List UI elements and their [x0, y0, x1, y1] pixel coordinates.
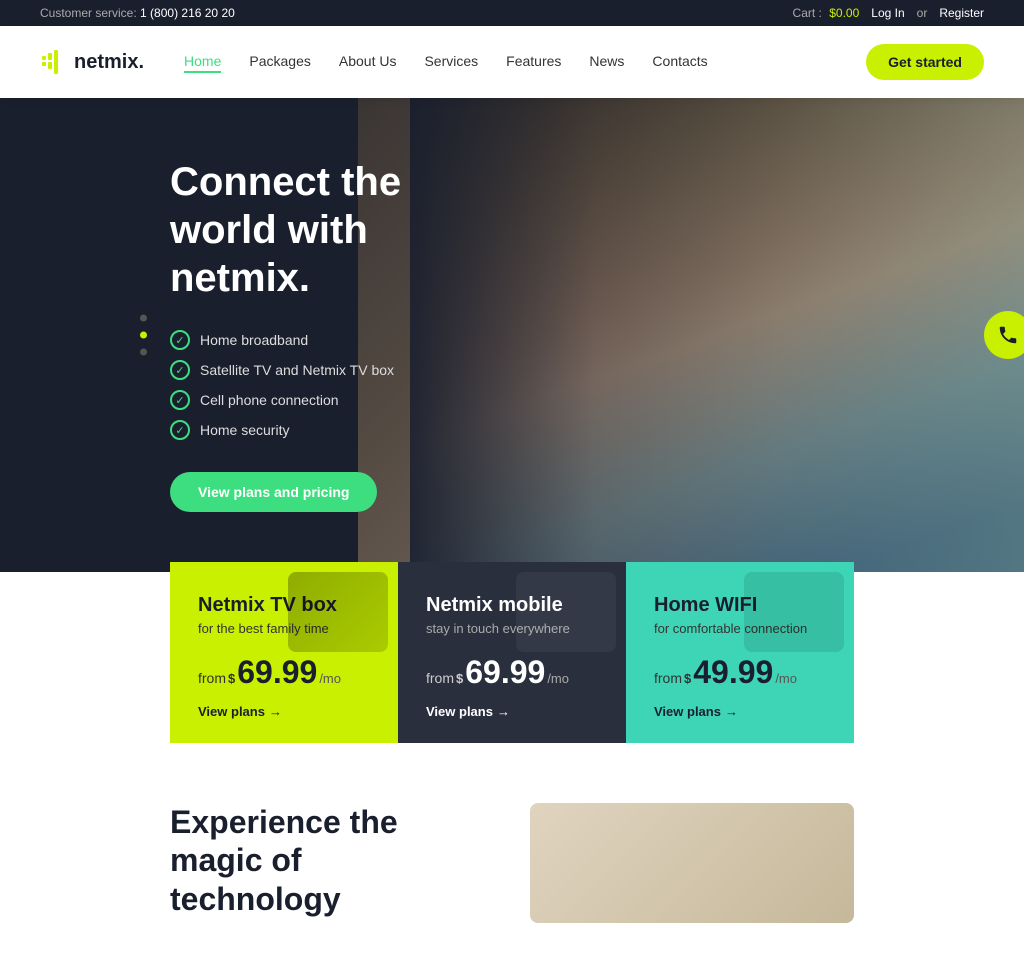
feature-3: ✓ Cell phone connection	[170, 390, 480, 410]
customer-service: Customer service: 1 (800) 216 20 20	[40, 6, 235, 20]
slide-dots	[140, 315, 147, 356]
check-icon-4: ✓	[170, 420, 190, 440]
nav-link-home[interactable]: Home	[184, 53, 221, 73]
card-wifi-dollar: $	[684, 672, 691, 685]
nav-item-services[interactable]: Services	[424, 53, 478, 71]
nav-item-about[interactable]: About Us	[339, 53, 397, 71]
nav-link-features[interactable]: Features	[506, 53, 561, 69]
nav-link-contacts[interactable]: Contacts	[652, 53, 707, 69]
card-tv-box-from: from	[198, 670, 226, 686]
hero-content: Connect the world with netmix. ✓ Home br…	[0, 98, 520, 572]
view-plans-button[interactable]: View plans and pricing	[170, 472, 377, 512]
card-mobile-from: from	[426, 670, 454, 686]
arrow-icon-2: →	[497, 704, 510, 719]
nav-links: Home Packages About Us Services Features…	[184, 53, 866, 71]
feature-2: ✓ Satellite TV and Netmix TV box	[170, 360, 480, 380]
hero-title: Connect the world with netmix.	[170, 158, 480, 302]
feature-4: ✓ Home security	[170, 420, 480, 440]
nav-item-contacts[interactable]: Contacts	[652, 53, 707, 71]
nav-item-news[interactable]: News	[589, 53, 624, 71]
card-wifi-amount: 49.99	[693, 656, 773, 688]
cart-amount: $0.00	[829, 6, 859, 20]
customer-service-label: Customer service:	[40, 6, 137, 20]
card-wifi-link[interactable]: View plans →	[654, 704, 826, 719]
card-mobile: Netmix mobile stay in touch everywhere f…	[398, 562, 626, 743]
card-tv-box-link[interactable]: View plans →	[198, 704, 370, 719]
nav-link-about[interactable]: About Us	[339, 53, 397, 69]
card-wifi-from: from	[654, 670, 682, 686]
card-tv-box: Netmix TV box for the best family time f…	[170, 562, 398, 743]
card-tv-box-dollar: $	[228, 672, 235, 685]
card-wifi-per: /mo	[775, 671, 797, 686]
login-link[interactable]: Log In	[871, 6, 904, 20]
check-icon-2: ✓	[170, 360, 190, 380]
nav-link-packages[interactable]: Packages	[249, 53, 310, 69]
slide-dot-2[interactable]	[140, 332, 147, 339]
hero-features: ✓ Home broadband ✓ Satellite TV and Netm…	[170, 330, 480, 440]
cards-section: Netmix TV box for the best family time f…	[170, 562, 854, 743]
nav-item-features[interactable]: Features	[506, 53, 561, 71]
phone-link[interactable]: 1 (800) 216 20 20	[140, 6, 235, 20]
arrow-icon-1: →	[269, 704, 282, 719]
card-mobile-dollar: $	[456, 672, 463, 685]
arrow-icon-3: →	[725, 704, 738, 719]
card-mobile-link[interactable]: View plans →	[426, 704, 598, 719]
cart-label: Cart : $0.00	[793, 6, 860, 20]
phone-fab-button[interactable]	[984, 311, 1024, 359]
nav-link-news[interactable]: News	[589, 53, 624, 69]
logo[interactable]: netmix.	[40, 48, 144, 76]
navbar: netmix. Home Packages About Us Services …	[0, 26, 1024, 98]
card-mobile-amount: 69.99	[465, 656, 545, 688]
phone-icon	[997, 324, 1019, 346]
top-bar-right: Cart : $0.00 Log In or Register	[793, 6, 984, 20]
card-tv-box-amount: 69.99	[237, 656, 317, 688]
logo-icon	[40, 48, 68, 76]
check-icon-3: ✓	[170, 390, 190, 410]
check-icon-1: ✓	[170, 330, 190, 350]
card-tv-box-price-row: from $ 69.99 /mo	[198, 656, 370, 688]
nav-item-packages[interactable]: Packages	[249, 53, 310, 71]
nav-link-services[interactable]: Services	[424, 53, 478, 69]
card-tv-box-per: /mo	[319, 671, 341, 686]
feature-1: ✓ Home broadband	[170, 330, 480, 350]
logo-text: netmix.	[74, 51, 144, 74]
bottom-title: Experience the magic of technology	[170, 803, 470, 918]
slide-dot-1[interactable]	[140, 315, 147, 322]
card-mobile-per: /mo	[547, 671, 569, 686]
bottom-image	[530, 803, 854, 923]
card-mobile-price-row: from $ 69.99 /mo	[426, 656, 598, 688]
register-link[interactable]: Register	[939, 6, 984, 20]
slide-dot-3[interactable]	[140, 349, 147, 356]
card-wifi-price-row: from $ 49.99 /mo	[654, 656, 826, 688]
card-wifi: Home WIFI for comfortable connection fro…	[626, 562, 854, 743]
get-started-button[interactable]: Get started	[866, 44, 984, 80]
nav-item-home[interactable]: Home	[184, 53, 221, 71]
hero-section: Connect the world with netmix. ✓ Home br…	[0, 98, 1024, 572]
top-bar: Customer service: 1 (800) 216 20 20 Cart…	[0, 0, 1024, 26]
bottom-section: Experience the magic of technology	[0, 743, 1024, 963]
